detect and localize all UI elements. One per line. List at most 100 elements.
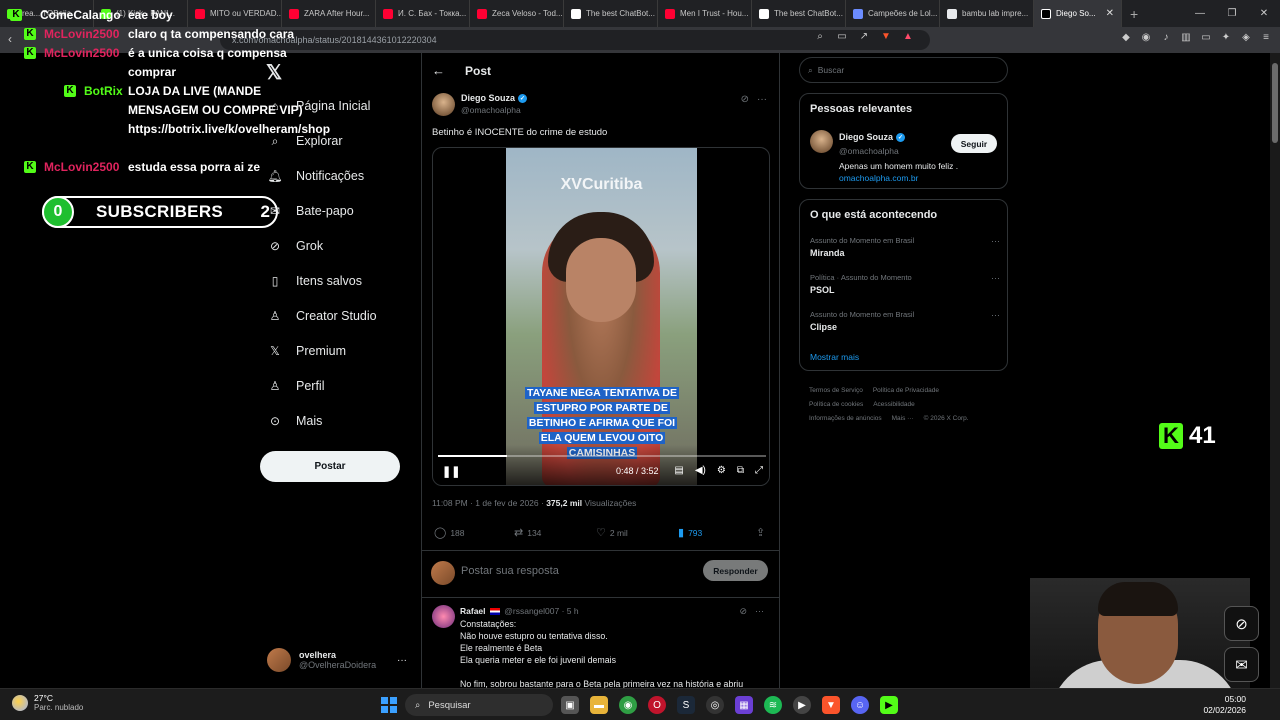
video-frame[interactable]: XVCuritiba TAYANE NEGA TENTATIVA DE ESTU… <box>506 148 697 485</box>
grok-icon[interactable]: ⊘ <box>739 606 747 617</box>
author-name[interactable]: Diego Souza <box>461 93 515 103</box>
nav-item-premium[interactable]: 𝕏 Premium <box>268 344 346 358</box>
page-scrollbar[interactable] <box>1270 53 1280 688</box>
reply-action[interactable]: ◯ 188 <box>434 526 465 539</box>
more-dots-icon[interactable]: ··· <box>991 236 1000 246</box>
new-tab-icon[interactable]: + <box>1130 6 1138 22</box>
nav-item-grok[interactable]: ⊘ Grok <box>268 239 323 253</box>
footer-link[interactable]: Acessibilidade <box>873 401 915 408</box>
extension-icon[interactable]: ◉ <box>1140 31 1152 43</box>
scrollbar-thumb[interactable] <box>1272 63 1278 143</box>
avatar[interactable] <box>810 130 833 153</box>
footer-link[interactable]: Termos de Serviço <box>809 387 863 394</box>
account-switcher[interactable]: ovelhera @OvelheraDoidera <box>267 648 376 672</box>
nav-item-notifica-es[interactable]: 🔔︎ Notificações <box>267 169 364 183</box>
more-dots-icon[interactable]: ··· <box>991 273 1000 283</box>
file-explorer-icon[interactable]: ▬ <box>590 696 608 714</box>
discord-icon[interactable]: ☺ <box>851 696 869 714</box>
browser-tab[interactable]: bambu lab impre... <box>940 0 1034 27</box>
wallet-icon[interactable]: ▭ <box>1200 31 1212 43</box>
browser-tab[interactable]: Zeca Veloso - Tod... <box>470 0 564 27</box>
leo-icon[interactable]: ✦ <box>1220 31 1232 43</box>
fullscreen-icon[interactable]: ⤢ <box>755 465 763 476</box>
video-player[interactable]: XVCuritiba TAYANE NEGA TENTATIVA DE ESTU… <box>432 147 770 486</box>
chat-username[interactable]: McLovin2500 <box>44 158 119 177</box>
steam-icon[interactable]: S <box>677 696 695 714</box>
browser-tab[interactable]: И. С. Бах - Токка... <box>376 0 470 27</box>
app-icon[interactable]: ▶ <box>880 696 898 714</box>
shields-icon[interactable]: ▼ <box>880 31 892 42</box>
trend-item[interactable]: Política · Assunto do Momento PSOL ··· <box>810 273 1000 295</box>
menu-icon[interactable]: ≡ <box>1260 31 1272 43</box>
pause-icon[interactable]: ❚❚ <box>442 465 460 478</box>
chat-username[interactable]: McLovin2500 <box>44 25 119 44</box>
follow-button[interactable]: Seguir <box>951 134 997 153</box>
grok-icon[interactable]: ⊘ <box>1224 606 1259 641</box>
chrome-icon[interactable]: ◉ <box>619 696 637 714</box>
sidebar-icon[interactable]: ▥ <box>1180 31 1192 43</box>
footer-link[interactable]: Política de cookies <box>809 401 863 408</box>
media-app-icon[interactable]: ▶ <box>793 696 811 714</box>
share-icon[interactable]: ↗ <box>858 31 870 42</box>
footer-link[interactable]: © 2026 X Corp. <box>924 415 969 422</box>
messages-icon[interactable]: ✉ <box>1224 647 1259 682</box>
post-button[interactable]: Postar <box>260 451 400 482</box>
reply-button[interactable]: Responder <box>703 560 768 581</box>
windows-start-icon[interactable] <box>381 697 397 713</box>
system-clock[interactable]: 05:00 02/02/2026 <box>1203 694 1246 716</box>
nav-item-perfil[interactable]: ♙ Perfil <box>268 379 325 393</box>
trend-item[interactable]: Assunto do Momento em Brasil Miranda ··· <box>810 236 1000 258</box>
share-action[interactable]: ⇪ <box>756 526 765 539</box>
extension-icon[interactable]: ♪ <box>1160 31 1172 43</box>
author-handle[interactable]: @omachoalpha <box>461 105 527 115</box>
nav-item-itens-salvos[interactable]: ▯ Itens salvos <box>268 274 362 288</box>
relevant-name[interactable]: Diego Souza <box>839 132 893 142</box>
repost-action[interactable]: ⇄ 134 <box>514 526 541 539</box>
avatar[interactable] <box>432 605 455 628</box>
more-dots-icon[interactable]: ··· <box>757 94 767 105</box>
cast-icon[interactable]: ▭ <box>836 31 848 42</box>
footer-link[interactable]: Política de Privacidade <box>873 387 939 394</box>
footer-link[interactable]: Mais ··· <box>892 415 914 422</box>
like-action[interactable]: ♡ 2 mil <box>596 526 628 539</box>
trend-item[interactable]: Assunto do Momento em Brasil Clipse ··· <box>810 310 1000 332</box>
close-window-icon[interactable]: ✕ <box>1248 0 1280 27</box>
video-progress-bar[interactable] <box>438 455 766 457</box>
browser-tab-active[interactable]: Diego So... ✕ <box>1034 0 1122 27</box>
relevant-link[interactable]: omachoalpha.com.br <box>839 173 918 183</box>
search-input[interactable]: ⌕ Buscar <box>799 57 1008 83</box>
post-timestamp[interactable]: 11:08 PM · 1 de fev de 2026 · <box>432 498 546 508</box>
grid-app-icon[interactable]: ▦ <box>735 696 753 714</box>
grok-icon[interactable]: ⊘ <box>741 94 749 105</box>
chat-username[interactable]: BotRix <box>84 82 123 101</box>
chat-username[interactable]: ComeCalango <box>40 6 121 25</box>
nav-item-bate-papo[interactable]: ✉ Bate-papo <box>268 204 354 218</box>
spotify-icon[interactable]: ≋ <box>764 696 782 714</box>
nav-item-explorar[interactable]: ⌕ Explorar <box>268 134 343 149</box>
opera-icon[interactable]: O <box>648 696 666 714</box>
x-logo-icon[interactable]: 𝕏 <box>266 60 282 85</box>
volume-icon[interactable]: ◀) <box>695 465 706 476</box>
minimize-icon[interactable]: — <box>1184 0 1216 27</box>
nav-item-creator-studio[interactable]: ♙ Creator Studio <box>268 309 377 323</box>
browser-tab[interactable]: The best ChatBot... <box>752 0 846 27</box>
reply-input[interactable]: Postar sua resposta <box>461 565 559 577</box>
chat-username[interactable]: McLovin2500 <box>44 44 119 63</box>
avatar[interactable] <box>432 93 455 116</box>
rewards-icon[interactable]: ▲ <box>902 31 914 42</box>
task-view-icon[interactable]: ▣ <box>561 696 579 714</box>
browser-tab[interactable]: Men I Trust - Hou... <box>658 0 752 27</box>
captions-icon[interactable]: ▤ <box>674 465 683 476</box>
github-icon[interactable]: ◎ <box>706 696 724 714</box>
extension-icon[interactable]: ◆ <box>1120 31 1132 43</box>
vpn-icon[interactable]: ◈ <box>1240 31 1252 43</box>
pip-icon[interactable]: ⧉ <box>737 465 744 476</box>
settings-icon[interactable]: ⚙ <box>717 465 726 476</box>
zoom-icon[interactable]: ⌕ <box>814 31 826 42</box>
brave-icon[interactable]: ▼ <box>822 696 840 714</box>
nav-item-p-gina-inicial[interactable]: ⌂ Página Inicial <box>268 99 370 113</box>
post-author[interactable]: Diego Souza ✓ @omachoalpha <box>432 93 528 116</box>
taskbar-search[interactable]: ⌕ Pesquisar <box>405 694 553 716</box>
more-dots-icon[interactable]: ··· <box>991 310 1000 320</box>
browser-tab[interactable]: The best ChatBot... <box>564 0 658 27</box>
